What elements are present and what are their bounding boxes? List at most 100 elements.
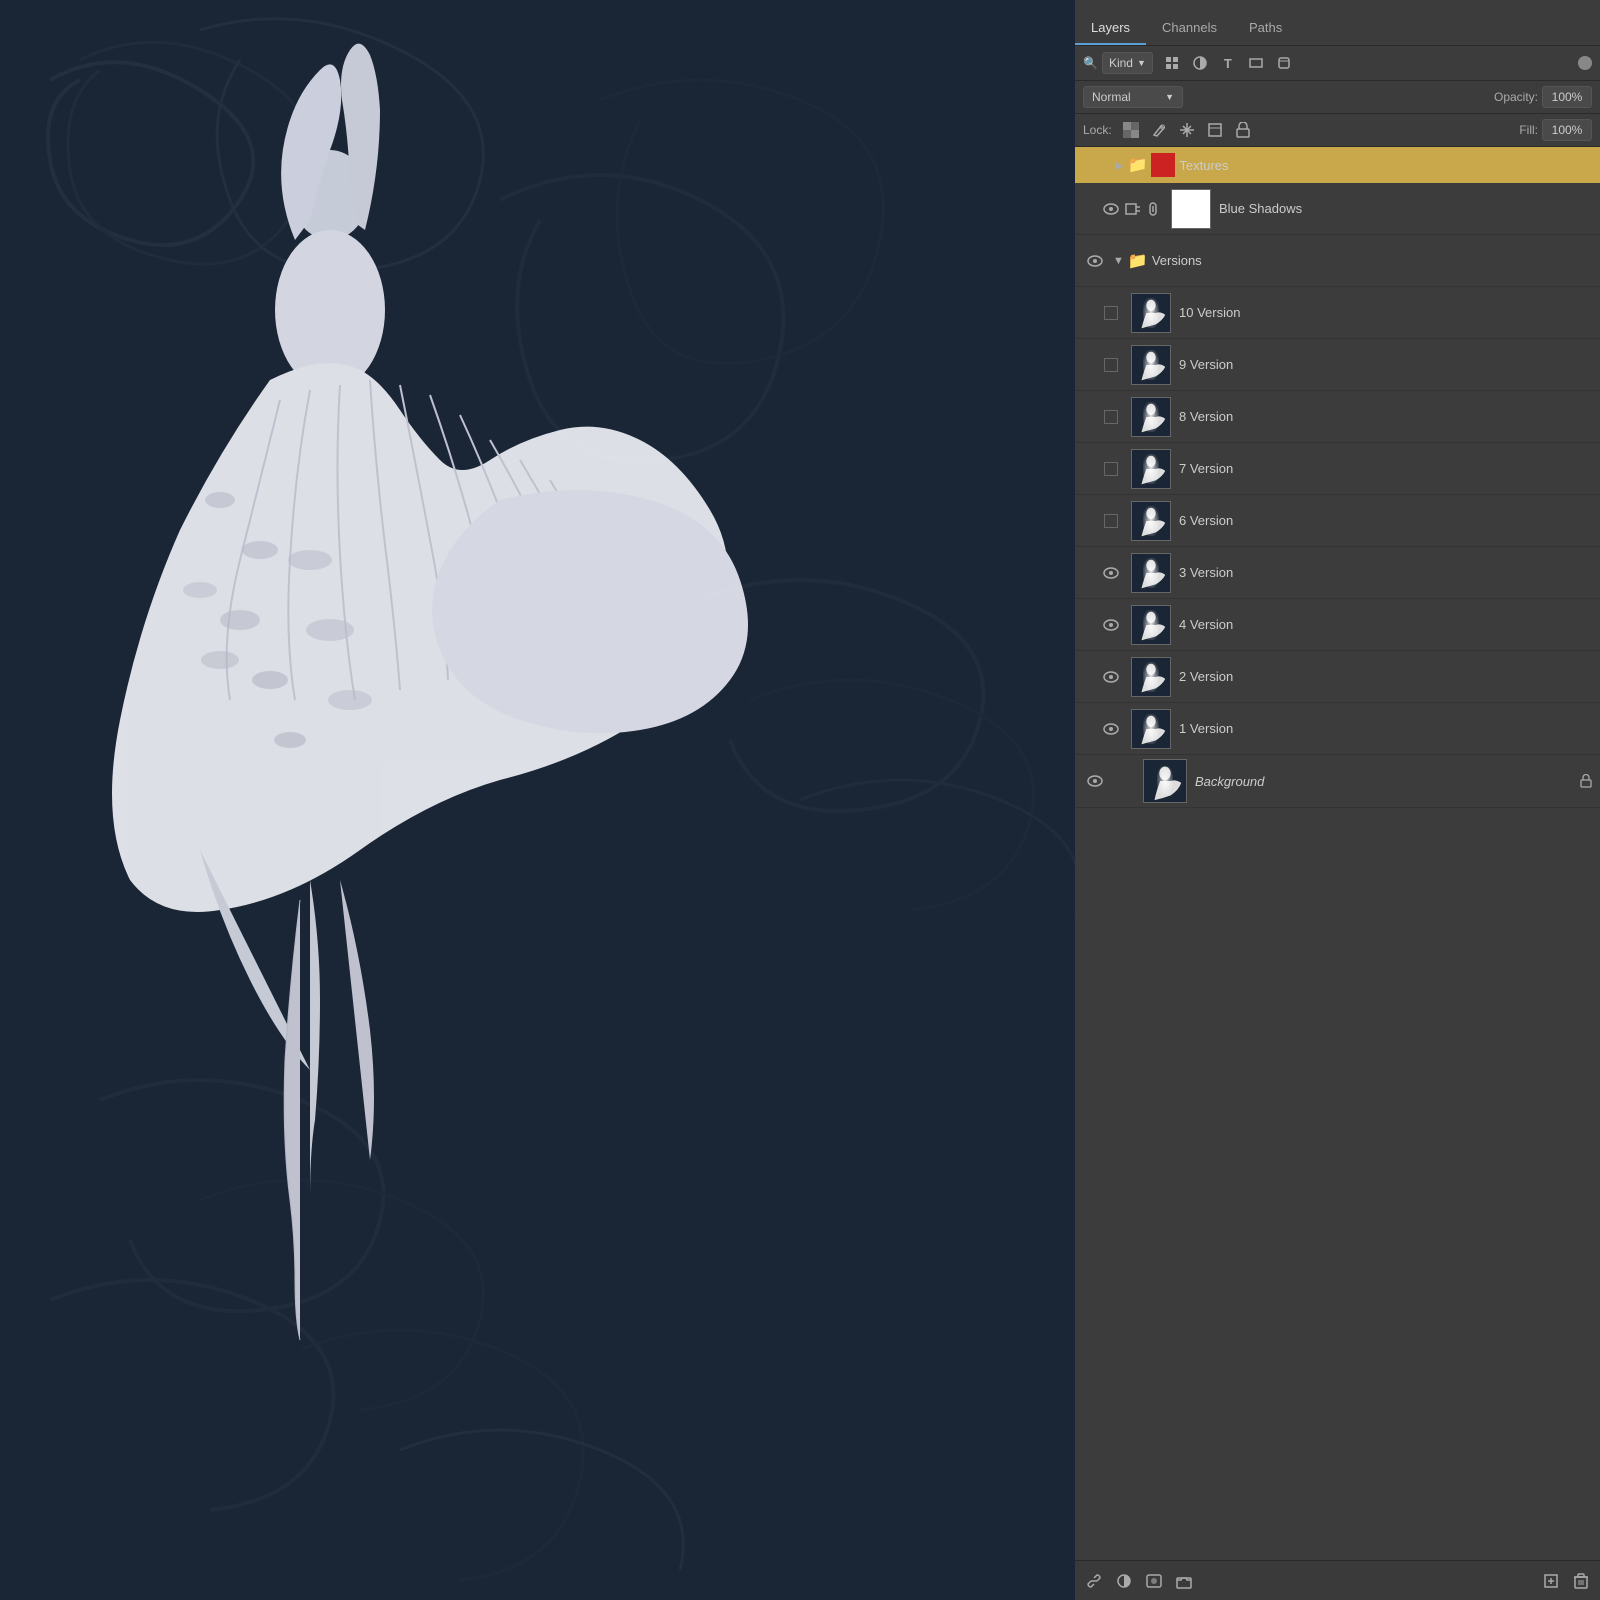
6-version-eye-off[interactable] — [1099, 509, 1123, 533]
versions-folder-icon: 📁 — [1128, 251, 1148, 271]
blend-mode-value: Normal — [1092, 90, 1131, 104]
filter-kind-label: Kind — [1109, 56, 1133, 70]
layers-toolbar — [1075, 1560, 1600, 1600]
tab-layers[interactable]: Layers — [1075, 12, 1146, 45]
4-version-visibility-icon[interactable] — [1099, 613, 1123, 637]
layer-8-version[interactable]: 8 Version — [1075, 391, 1600, 443]
layer-7-version[interactable]: 7 Version — [1075, 443, 1600, 495]
background-visibility-icon[interactable] — [1083, 769, 1107, 793]
chevron-down-icon: ▼ — [1137, 58, 1146, 68]
fill-group: Fill: 100% — [1519, 119, 1592, 141]
3-version-thumb — [1131, 553, 1171, 593]
pixel-filter-icon[interactable] — [1161, 52, 1183, 74]
4-version-name: 4 Version — [1179, 617, 1592, 632]
lock-transparency-icon[interactable] — [1120, 119, 1142, 141]
new-group-button[interactable] — [1173, 1570, 1195, 1592]
blue-shadows-mask-icon — [1123, 199, 1143, 219]
textures-group-name: Textures — [1179, 158, 1592, 173]
layer-6-version[interactable]: 6 Version — [1075, 495, 1600, 547]
layers-panel: Layers Channels Paths 🔍 Kind ▼ T — [1075, 0, 1600, 1600]
3-version-visibility-icon[interactable] — [1099, 561, 1123, 585]
adjustment-filter-icon[interactable] — [1189, 52, 1211, 74]
7-version-eye-off[interactable] — [1099, 457, 1123, 481]
versions-group-header[interactable]: ▼ 📁 Versions — [1075, 235, 1600, 287]
3-version-name: 3 Version — [1179, 565, 1592, 580]
lock-row: Lock: — [1075, 114, 1600, 147]
blend-mode-row: Normal ▼ Opacity: 100% — [1075, 81, 1600, 114]
filter-kind-dropdown[interactable]: Kind ▼ — [1102, 52, 1153, 74]
versions-group-name: Versions — [1152, 253, 1592, 268]
10-version-thumb — [1131, 293, 1171, 333]
7-version-thumb — [1131, 449, 1171, 489]
filter-bar: 🔍 Kind ▼ T — [1075, 46, 1600, 81]
2-version-visibility-icon[interactable] — [1099, 665, 1123, 689]
4-version-thumb — [1131, 605, 1171, 645]
6-version-thumb — [1131, 501, 1171, 541]
lock-icons-group — [1120, 119, 1254, 141]
blue-shadows-name: Blue Shadows — [1219, 201, 1592, 216]
10-version-eye-off[interactable] — [1099, 301, 1123, 325]
10-version-name: 10 Version — [1179, 305, 1592, 320]
link-button[interactable] — [1083, 1570, 1105, 1592]
lock-paint-icon[interactable] — [1148, 119, 1170, 141]
blue-shadows-chain-icon — [1143, 199, 1163, 219]
filter-toggle[interactable] — [1578, 56, 1592, 70]
versions-collapse-arrow[interactable]: ▼ — [1113, 255, 1124, 267]
background-lock-icon — [1580, 774, 1592, 788]
new-layer-button[interactable] — [1540, 1570, 1562, 1592]
versions-visibility-icon[interactable] — [1083, 249, 1107, 273]
2-version-thumb — [1131, 657, 1171, 697]
1-version-name: 1 Version — [1179, 721, 1592, 736]
1-version-thumb — [1131, 709, 1171, 749]
blend-mode-dropdown[interactable]: Normal ▼ — [1083, 86, 1183, 108]
blend-chevron-icon: ▼ — [1165, 92, 1174, 102]
background-thumb — [1143, 759, 1187, 803]
background-name: Background — [1195, 774, 1580, 789]
lock-label: Lock: — [1083, 123, 1112, 137]
blue-shadows-layer[interactable]: Blue Shadows — [1075, 183, 1600, 235]
textures-visibility-icon[interactable] — [1083, 153, 1107, 177]
textures-group-header[interactable]: ▶ 📁 Textures — [1075, 147, 1600, 183]
lock-all-icon[interactable] — [1232, 119, 1254, 141]
7-version-name: 7 Version — [1179, 461, 1592, 476]
smart-filter-icon[interactable] — [1273, 52, 1295, 74]
opacity-input[interactable]: 100% — [1542, 86, 1592, 108]
6-version-checkbox — [1104, 514, 1118, 528]
opacity-label: Opacity: — [1494, 90, 1538, 104]
add-mask-button[interactable] — [1143, 1570, 1165, 1592]
delete-layer-button[interactable] — [1570, 1570, 1592, 1592]
panel-tabs-bar: Layers Channels Paths — [1075, 0, 1600, 46]
text-filter-icon[interactable]: T — [1217, 52, 1239, 74]
add-adjustment-button[interactable] — [1113, 1570, 1135, 1592]
filter-icons-group: T — [1161, 52, 1295, 74]
layer-10-version[interactable]: 10 Version — [1075, 287, 1600, 339]
8-version-eye-off[interactable] — [1099, 405, 1123, 429]
9-version-eye-off[interactable] — [1099, 353, 1123, 377]
6-version-name: 6 Version — [1179, 513, 1592, 528]
blue-shadows-visibility-icon[interactable] — [1099, 197, 1123, 221]
shape-filter-icon[interactable] — [1245, 52, 1267, 74]
fill-input[interactable]: 100% — [1542, 119, 1592, 141]
opacity-group: Opacity: 100% — [1494, 86, 1592, 108]
fill-label: Fill: — [1519, 123, 1538, 137]
textures-folder-icon: 📁 — [1127, 155, 1147, 175]
1-version-visibility-icon[interactable] — [1099, 717, 1123, 741]
background-svg — [0, 0, 1075, 1600]
canvas-image — [0, 0, 1075, 1600]
layers-list: ▶ 📁 Textures Blue Shadows — [1075, 147, 1600, 1560]
tab-channels[interactable]: Channels — [1146, 12, 1233, 45]
layer-9-version[interactable]: 9 Version — [1075, 339, 1600, 391]
layer-4-version[interactable]: 4 Version — [1075, 599, 1600, 651]
layer-2-version[interactable]: 2 Version — [1075, 651, 1600, 703]
background-layer[interactable]: Background — [1075, 755, 1600, 808]
layer-3-version[interactable]: 3 Version — [1075, 547, 1600, 599]
layer-1-version[interactable]: 1 Version — [1075, 703, 1600, 755]
9-version-thumb — [1131, 345, 1171, 385]
8-version-thumb — [1131, 397, 1171, 437]
7-version-checkbox — [1104, 462, 1118, 476]
canvas-area — [0, 0, 1075, 1600]
tab-paths[interactable]: Paths — [1233, 12, 1298, 45]
lock-artboard-icon[interactable] — [1204, 119, 1226, 141]
lock-position-icon[interactable] — [1176, 119, 1198, 141]
textures-collapse-arrow[interactable]: ▶ — [1115, 159, 1123, 172]
